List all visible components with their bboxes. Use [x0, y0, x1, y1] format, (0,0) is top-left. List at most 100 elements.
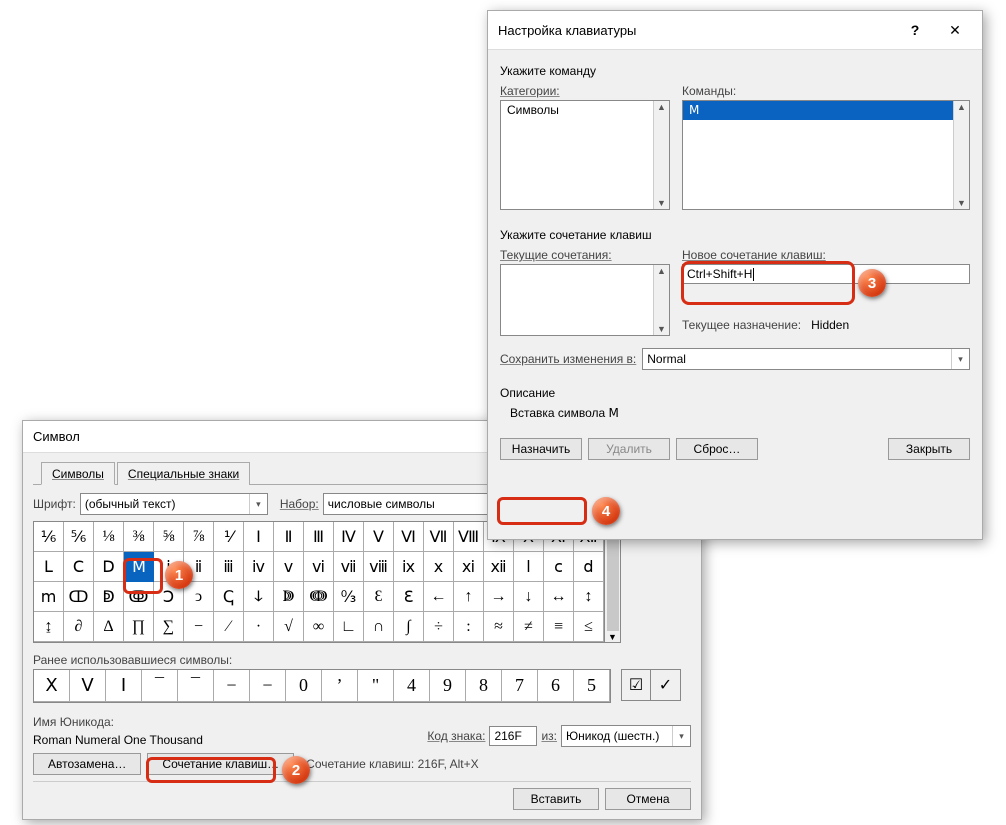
recent-cell[interactable]: ’ — [322, 670, 358, 702]
symbol-cell[interactable]: ↆ — [244, 582, 274, 612]
current-keys-list[interactable]: ▲▼ — [500, 264, 670, 336]
symbol-cell[interactable]: ⅷ — [364, 552, 394, 582]
symbol-cell[interactable]: ⅸ — [394, 552, 424, 582]
from-combo[interactable]: Юникод (шестн.) ▾ — [561, 725, 691, 747]
category-item[interactable]: Символы — [501, 101, 669, 119]
symbol-cell[interactable]: ℇ — [394, 582, 424, 612]
symbol-cell[interactable]: ⅳ — [244, 552, 274, 582]
recent-cell[interactable]: Ⅴ — [70, 670, 106, 702]
symbol-cell[interactable]: ↄ — [184, 582, 214, 612]
symbol-cell[interactable]: Ⅷ — [454, 522, 484, 552]
recent-cell[interactable]: Ⅰ — [106, 670, 142, 702]
symbol-cell[interactable]: ∞ — [304, 612, 334, 642]
scrollbar[interactable]: ▲▼ — [653, 101, 669, 209]
symbol-cell[interactable]: Ⅽ — [64, 552, 94, 582]
symbol-cell[interactable]: ↁ — [94, 582, 124, 612]
symbol-cell[interactable]: ∕ — [214, 612, 244, 642]
symbol-cell[interactable]: → — [484, 582, 514, 612]
symbol-cell[interactable]: ↈ — [304, 582, 334, 612]
symbol-cell[interactable]: ← — [424, 582, 454, 612]
symbol-cell[interactable]: ↇ — [274, 582, 304, 612]
symbol-cell[interactable]: Ⅾ — [94, 552, 124, 582]
symbol-cell[interactable]: ⅶ — [334, 552, 364, 582]
symbol-cell[interactable]: ↔ — [544, 582, 574, 612]
recent-cell[interactable]: 0 — [286, 670, 322, 702]
symbol-cell[interactable]: ↀ — [64, 582, 94, 612]
symbol-cell[interactable]: ⅿ — [34, 582, 64, 612]
symbol-cell[interactable]: ⅼ — [514, 552, 544, 582]
insert-button[interactable]: Вставить — [513, 788, 599, 810]
scrollbar[interactable]: ▲▼ — [953, 101, 969, 209]
symbol-cell[interactable]: ⅚ — [64, 522, 94, 552]
symbol-cell[interactable]: ∙ — [244, 612, 274, 642]
symbol-cell[interactable]: Ⅼ — [34, 552, 64, 582]
tab-special[interactable]: Специальные знаки — [117, 462, 250, 485]
symbol-cell[interactable]: Ⅿ — [124, 552, 154, 582]
symbol-cell[interactable]: ⅛ — [94, 522, 124, 552]
recent-cell[interactable]: 6 — [538, 670, 574, 702]
symbol-cell[interactable]: Ⅳ — [334, 522, 364, 552]
symbol-cell[interactable]: Δ — [94, 612, 124, 642]
recent-cell[interactable]: − — [214, 670, 250, 702]
symbol-cell[interactable]: − — [184, 612, 214, 642]
symbol-cell[interactable]: ∫ — [394, 612, 424, 642]
help-icon[interactable]: ? — [898, 19, 932, 41]
symbol-cell[interactable]: Ⅶ — [424, 522, 454, 552]
reset-button[interactable]: Сброс… — [676, 438, 758, 460]
symbol-cell[interactable]: Ⅱ — [274, 522, 304, 552]
symbol-cell[interactable]: ⅽ — [544, 552, 574, 582]
symbol-cell[interactable]: ⅲ — [214, 552, 244, 582]
close-button[interactable]: Закрыть — [888, 438, 970, 460]
scrollbar[interactable]: ▲▼ — [653, 265, 669, 335]
symbol-cell[interactable]: ∑ — [154, 612, 184, 642]
font-combo[interactable]: (обычный текст) ▾ — [80, 493, 268, 515]
symbol-cell[interactable]: ≤ — [574, 612, 604, 642]
recent-cell[interactable]: 4 — [394, 670, 430, 702]
symbol-cell[interactable]: ↉ — [334, 582, 364, 612]
symbol-cell[interactable]: ↂ — [124, 582, 154, 612]
symbol-cell[interactable]: ≈ — [484, 612, 514, 642]
recent-cell[interactable]: " — [358, 670, 394, 702]
symbol-cell[interactable]: ↓ — [514, 582, 544, 612]
symbol-cell[interactable]: Ɛ — [364, 582, 394, 612]
symbol-cell[interactable]: Ⅵ — [394, 522, 424, 552]
command-item[interactable]: Ⅿ — [683, 101, 969, 120]
symbol-cell[interactable]: ∩ — [364, 612, 394, 642]
recent-grid[interactable]: ⅩⅤⅠ¯¯−−0’"498765 — [33, 669, 611, 703]
save-in-combo[interactable]: Normal ▾ — [642, 348, 970, 370]
symbol-cell[interactable]: ⅵ — [304, 552, 334, 582]
recent-cell[interactable]: 8 — [466, 670, 502, 702]
new-key-input[interactable]: Ctrl+Shift+H — [682, 264, 970, 284]
scroll-down-icon[interactable]: ▼ — [608, 632, 617, 642]
symbol-cell[interactable]: ⅾ — [574, 552, 604, 582]
symbol-cell[interactable]: Ⅰ — [244, 522, 274, 552]
commands-list[interactable]: Ⅿ ▲▼ — [682, 100, 970, 210]
symbol-cell[interactable]: Ⅲ — [304, 522, 334, 552]
symbol-cell[interactable]: ⅹ — [424, 552, 454, 582]
code-input[interactable]: 216F — [489, 726, 537, 746]
tab-symbols[interactable]: Символы — [41, 462, 115, 485]
symbol-cell[interactable]: ⅴ — [274, 552, 304, 582]
symbol-cell[interactable]: ↅ — [214, 582, 244, 612]
recent-cell[interactable]: ¯ — [142, 670, 178, 702]
symbol-cell[interactable]: √ — [274, 612, 304, 642]
symbol-cell[interactable]: ∏ — [124, 612, 154, 642]
symbol-cell[interactable]: ⅜ — [124, 522, 154, 552]
symbol-cell[interactable]: ÷ — [424, 612, 454, 642]
symbol-cell[interactable]: ⅟ — [214, 522, 244, 552]
recent-cell[interactable]: 5 — [574, 670, 610, 702]
symbol-cell[interactable]: : — [454, 612, 484, 642]
cancel-button[interactable]: Отмена — [605, 788, 691, 810]
symbol-cell[interactable]: ⅻ — [484, 552, 514, 582]
symbol-cell[interactable]: ↑ — [454, 582, 484, 612]
recent-cell[interactable]: 9 — [430, 670, 466, 702]
symbol-cell[interactable]: ↨ — [34, 612, 64, 642]
recent-check-icon[interactable]: ✓ — [651, 669, 681, 701]
shortcut-button[interactable]: Сочетание клавиш… — [147, 753, 294, 775]
recent-cell[interactable]: Ⅹ — [34, 670, 70, 702]
recent-cell[interactable]: 7 — [502, 670, 538, 702]
recent-cell[interactable]: ¯ — [178, 670, 214, 702]
recent-cell[interactable]: − — [250, 670, 286, 702]
symbol-cell[interactable]: ∟ — [334, 612, 364, 642]
symbol-cell[interactable]: ⅞ — [184, 522, 214, 552]
